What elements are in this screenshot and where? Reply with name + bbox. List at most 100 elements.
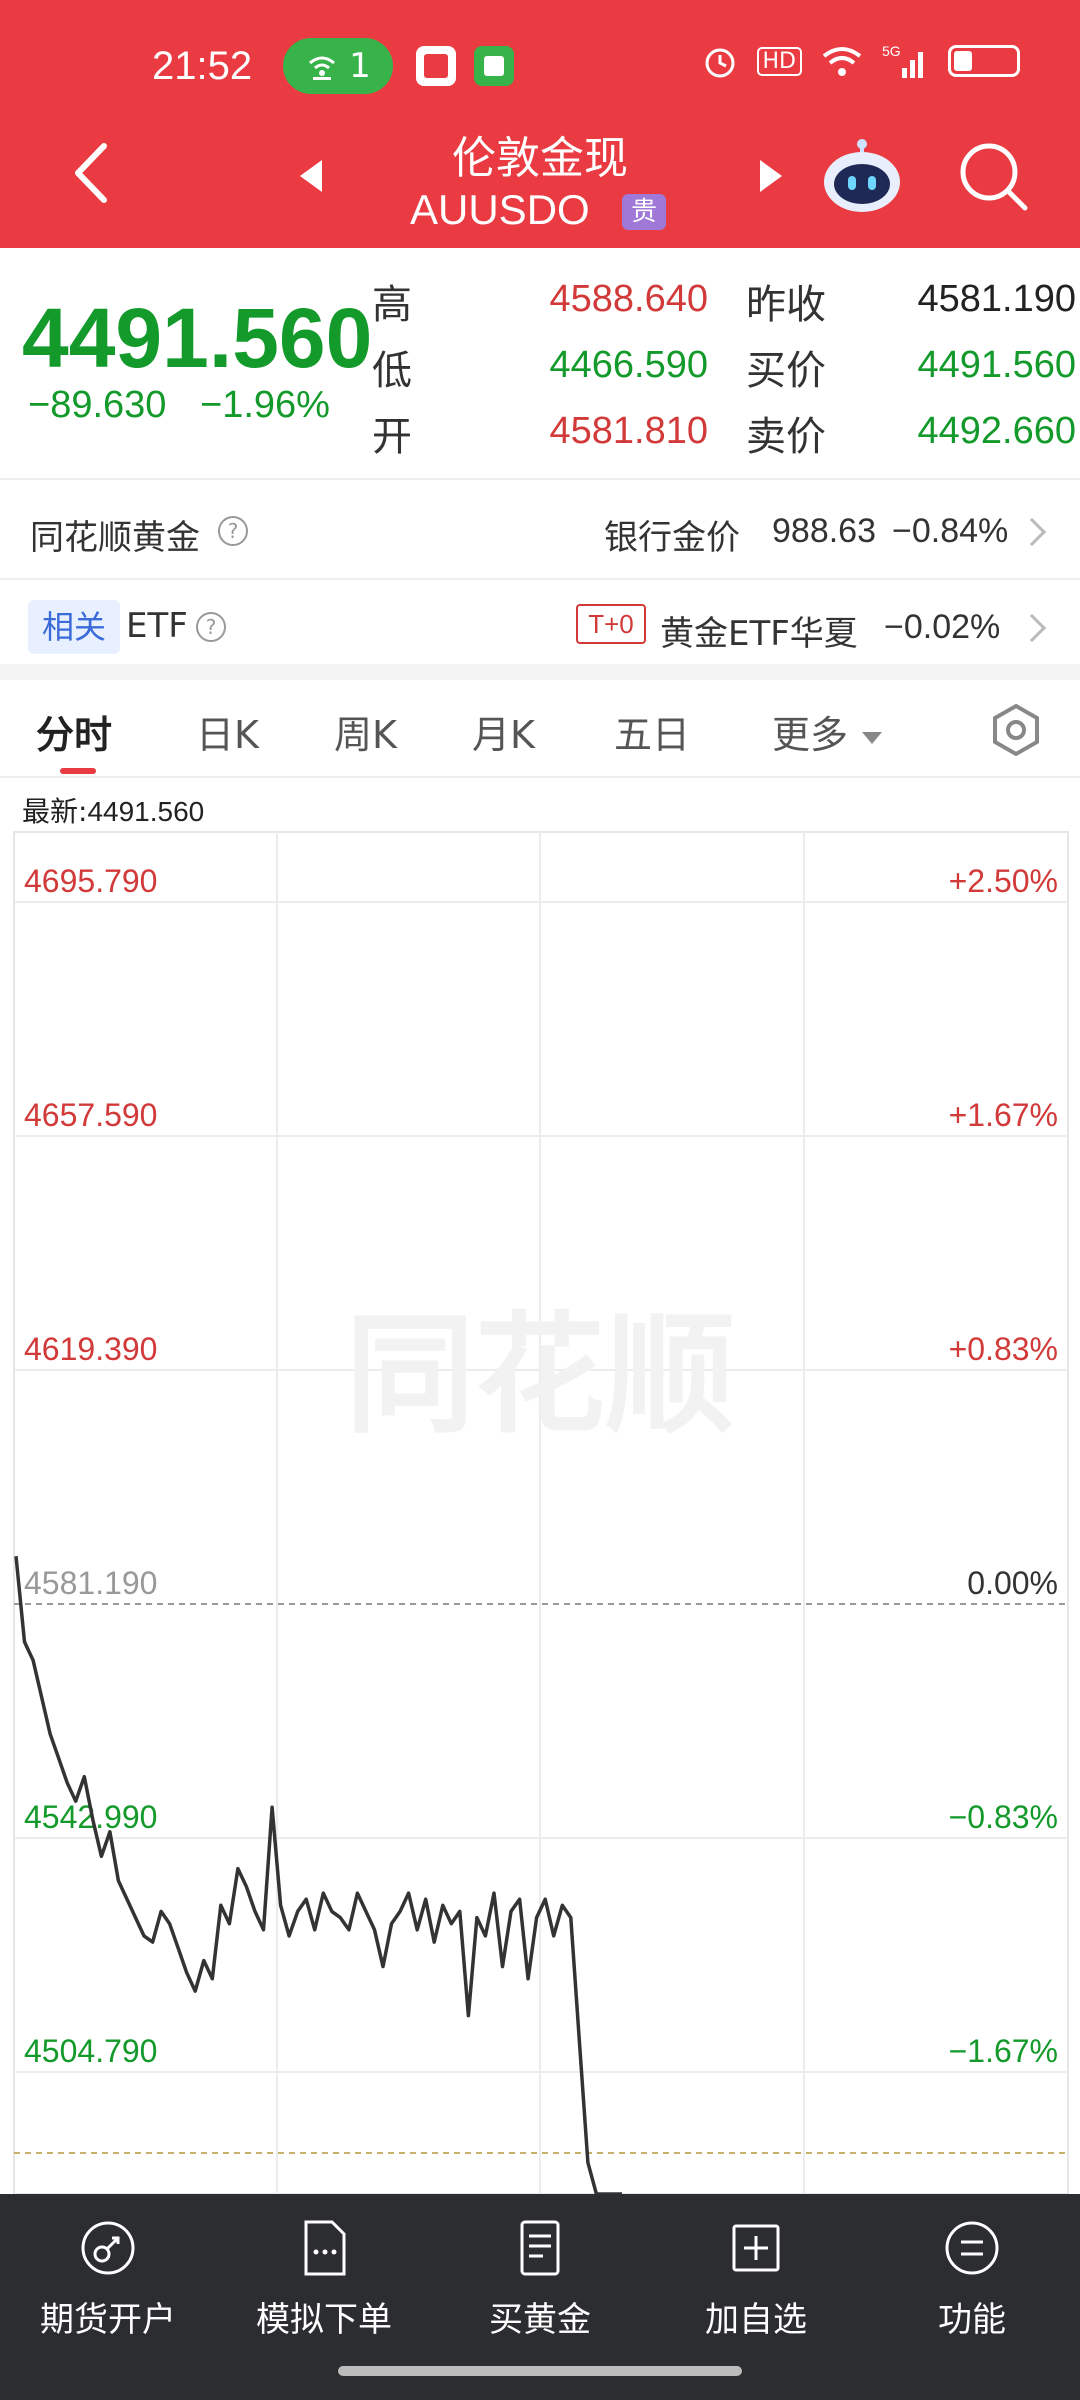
status-icons: HD 5G (701, 42, 1020, 80)
news-app-icon (416, 46, 456, 86)
bank-price-change: −0.84% (892, 512, 1009, 550)
bid-value: 4491.560 (917, 344, 1077, 386)
open-label: 开 (372, 414, 412, 460)
intraday-chart[interactable]: 同花顺 4695.790 +2.50% 4657.590 +1.67% 4619.390… (0, 830, 1080, 2194)
period-tabs: 分时 日K 周K 月K 五日 更多 (0, 680, 1080, 776)
simulated-order-button[interactable]: 模拟下单 (216, 2218, 432, 2341)
signal-icon: 5G (882, 43, 923, 78)
price-tick-label: 4504.790 (24, 2033, 157, 2069)
etf-fund-name: 黄金ETF华夏 (660, 614, 858, 654)
tab-weekly-k[interactable]: 周K (334, 704, 397, 759)
tab-daily-k[interactable]: 日K (196, 704, 259, 759)
nav-label: 功能 (938, 2300, 1006, 2340)
open-value: 4581.810 (549, 410, 709, 452)
tab-monthly-k[interactable]: 月K (472, 704, 535, 759)
etf-label: ETF (126, 606, 188, 646)
pct-tick-label: 0.00% (967, 1565, 1058, 1601)
high-label: 高 (372, 282, 412, 328)
add-watchlist-button[interactable]: 加自选 (648, 2218, 864, 2341)
signal-type: 5G (882, 43, 901, 59)
price-change-pct: −1.96% (200, 384, 330, 426)
status-time: 21:52 (152, 44, 253, 88)
tab-five-day[interactable]: 五日 (614, 704, 690, 759)
battery-icon (948, 45, 1020, 77)
chevron-right-icon (1017, 613, 1047, 643)
pct-tick-label: +0.83% (949, 1331, 1058, 1367)
price-tick-label: 4695.790 (24, 863, 157, 899)
symbol-code: AUUSDO (410, 186, 590, 233)
chart-grid (13, 831, 1069, 2194)
chart-settings-button[interactable] (988, 702, 1044, 758)
tab-intraday[interactable]: 分时 (36, 704, 112, 759)
hd-icon: HD (756, 46, 802, 76)
menu-circle-icon (945, 2221, 999, 2275)
nav-label: 期货开户 (40, 2300, 176, 2340)
pct-tick-label: +2.50% (949, 863, 1058, 899)
gold-info-row[interactable]: 同花顺黄金 ? 银行金价 988.63 −0.84% (0, 482, 1080, 578)
ask-label: 卖价 (746, 414, 826, 460)
hotspot-icon (309, 56, 336, 80)
add-square-icon (732, 2224, 780, 2272)
last-price: 4491.560 (22, 291, 373, 385)
buy-gold-button[interactable]: 买黄金 (432, 2218, 648, 2341)
wifi-icon (822, 47, 862, 76)
price-change: −89.630 (28, 384, 167, 426)
latest-price-readout: 最新:4491.560 (22, 790, 204, 830)
app-header: 21:52 1 HD 5G 伦敦金现 AUUSDO 贵 (0, 0, 1080, 248)
high-value: 4588.640 (549, 278, 709, 320)
prev-close-label: 昨收 (746, 282, 826, 328)
assistant-robot-icon[interactable] (820, 134, 904, 218)
page-title: 伦敦金现 (452, 133, 628, 184)
latest-label: 最新: (22, 795, 88, 828)
tab-more-label: 更多 (772, 713, 849, 757)
etf-fund-change: −0.02% (884, 608, 1001, 646)
price-series-line (14, 1556, 622, 2194)
futures-icon (81, 2221, 135, 2275)
nav-label: 模拟下单 (256, 2300, 392, 2340)
divider (0, 478, 1080, 480)
etf-info-row[interactable]: 相关 ETF ? T+0 黄金ETF华夏 −0.02% (0, 580, 1080, 676)
price-tick-label: 4619.390 (24, 1331, 157, 1367)
message-app-icon (474, 46, 514, 86)
functions-button[interactable]: 功能 (864, 2218, 1080, 2341)
price-tick-label: 4657.590 (24, 1097, 157, 1133)
quote-panel: 4491.560 −89.630 −1.96% 高 低 开 4588.640 4… (0, 248, 1080, 480)
ask-value: 4492.660 (917, 410, 1077, 452)
hotspot-pill[interactable]: 1 (283, 38, 393, 94)
divider (0, 776, 1080, 778)
pct-tick-label: −1.67% (949, 2033, 1058, 2069)
gold-brand-label: 同花顺黄金 (30, 518, 200, 558)
bank-price-value: 988.63 (772, 512, 876, 550)
home-indicator (338, 2366, 742, 2376)
nav-label: 买黄金 (489, 2300, 591, 2340)
hotspot-count: 1 (349, 46, 371, 86)
receipt-icon (520, 2220, 560, 2276)
chevron-right-icon (1017, 517, 1047, 547)
search-button[interactable] (955, 138, 1031, 214)
help-icon[interactable]: ? (196, 612, 226, 642)
bid-label: 买价 (746, 348, 826, 394)
chart-series (14, 1556, 622, 2194)
help-icon[interactable]: ? (218, 516, 248, 546)
metal-badge: 贵 (622, 194, 666, 230)
chart-watermark: 同花顺 (345, 1299, 735, 1451)
bank-price-label: 银行金价 (604, 518, 740, 558)
caret-down-icon (862, 731, 883, 744)
t0-tag: T+0 (576, 604, 646, 644)
price-tick-label: 4581.190 (24, 1565, 157, 1601)
tab-more[interactable]: 更多 (772, 704, 884, 759)
document-icon (304, 2220, 346, 2276)
active-tab-indicator (60, 768, 96, 774)
related-tag: 相关 (28, 600, 120, 654)
prev-close-value: 4581.190 (917, 278, 1077, 320)
futures-account-button[interactable]: 期货开户 (0, 2218, 216, 2341)
alarm-icon (705, 48, 735, 78)
section-gap (0, 664, 1080, 680)
pct-tick-label: +1.67% (949, 1097, 1058, 1133)
next-symbol-button[interactable] (756, 156, 786, 196)
pct-tick-label: −0.83% (949, 1799, 1058, 1835)
low-label: 低 (372, 348, 412, 394)
nav-label: 加自选 (705, 2300, 807, 2340)
low-value: 4466.590 (549, 344, 709, 386)
latest-value: 4491.560 (87, 796, 205, 827)
